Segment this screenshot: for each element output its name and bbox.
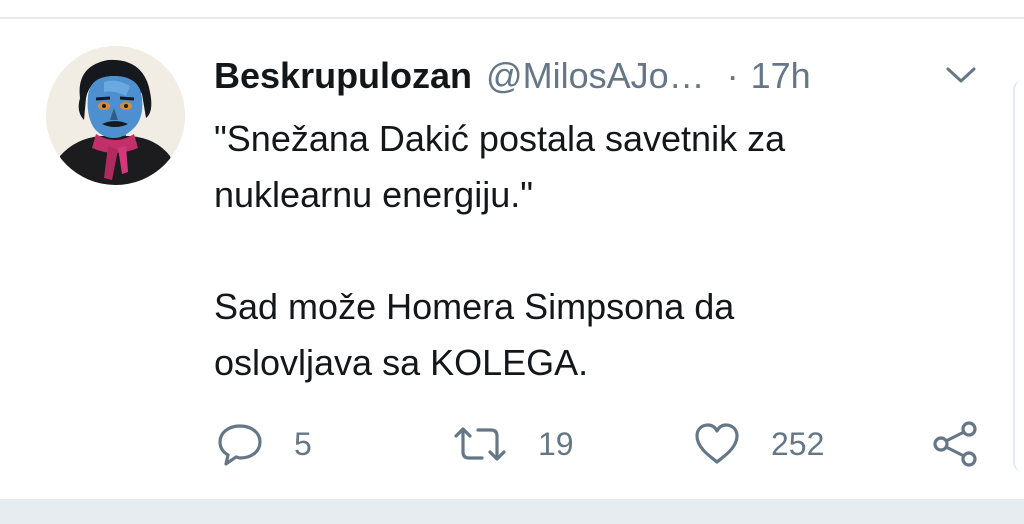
tweet-text-line: Sad može Homera Simpsona da [214, 286, 735, 327]
tweet-header: Beskrupulozan @MilosAJo… · 17h [214, 51, 811, 101]
reply-button[interactable]: 5 [216, 419, 312, 469]
display-name[interactable]: Beskrupulozan [214, 55, 472, 97]
tweet-timestamp[interactable]: 17h [751, 55, 811, 97]
reply-count: 5 [294, 425, 312, 462]
avatar-portrait-image [46, 46, 185, 185]
tweet-text-line: "Snežana Dakić postala savetnik za [214, 118, 786, 159]
share-icon [933, 421, 977, 467]
more-options-button[interactable] [944, 61, 978, 89]
like-count: 252 [771, 425, 825, 462]
retweet-count: 19 [538, 425, 574, 462]
like-button[interactable]: 252 [693, 419, 824, 469]
user-handle[interactable]: @MilosAJo… [486, 55, 705, 97]
speech-bubble-icon [218, 424, 262, 466]
separator-dot: · [726, 55, 739, 96]
retweet-icon [454, 427, 506, 461]
tweet-text-line: nuklearnu energiju." [214, 174, 533, 215]
retweet-button[interactable]: 19 [452, 419, 574, 469]
adjacent-card-edge [1013, 80, 1024, 472]
avatar[interactable] [46, 46, 185, 185]
share-button[interactable] [930, 419, 980, 469]
heart-icon [695, 423, 739, 464]
bottom-divider [0, 499, 1024, 524]
chevron-down-icon [946, 67, 976, 83]
tweet-text-line: oslovljava sa KOLEGA. [214, 342, 589, 383]
tweet-text: "Snežana Dakić postala savetnik za nukle… [214, 111, 994, 391]
tweet-card[interactable]: Beskrupulozan @MilosAJo… · 17h "Snežana … [0, 19, 1024, 499]
